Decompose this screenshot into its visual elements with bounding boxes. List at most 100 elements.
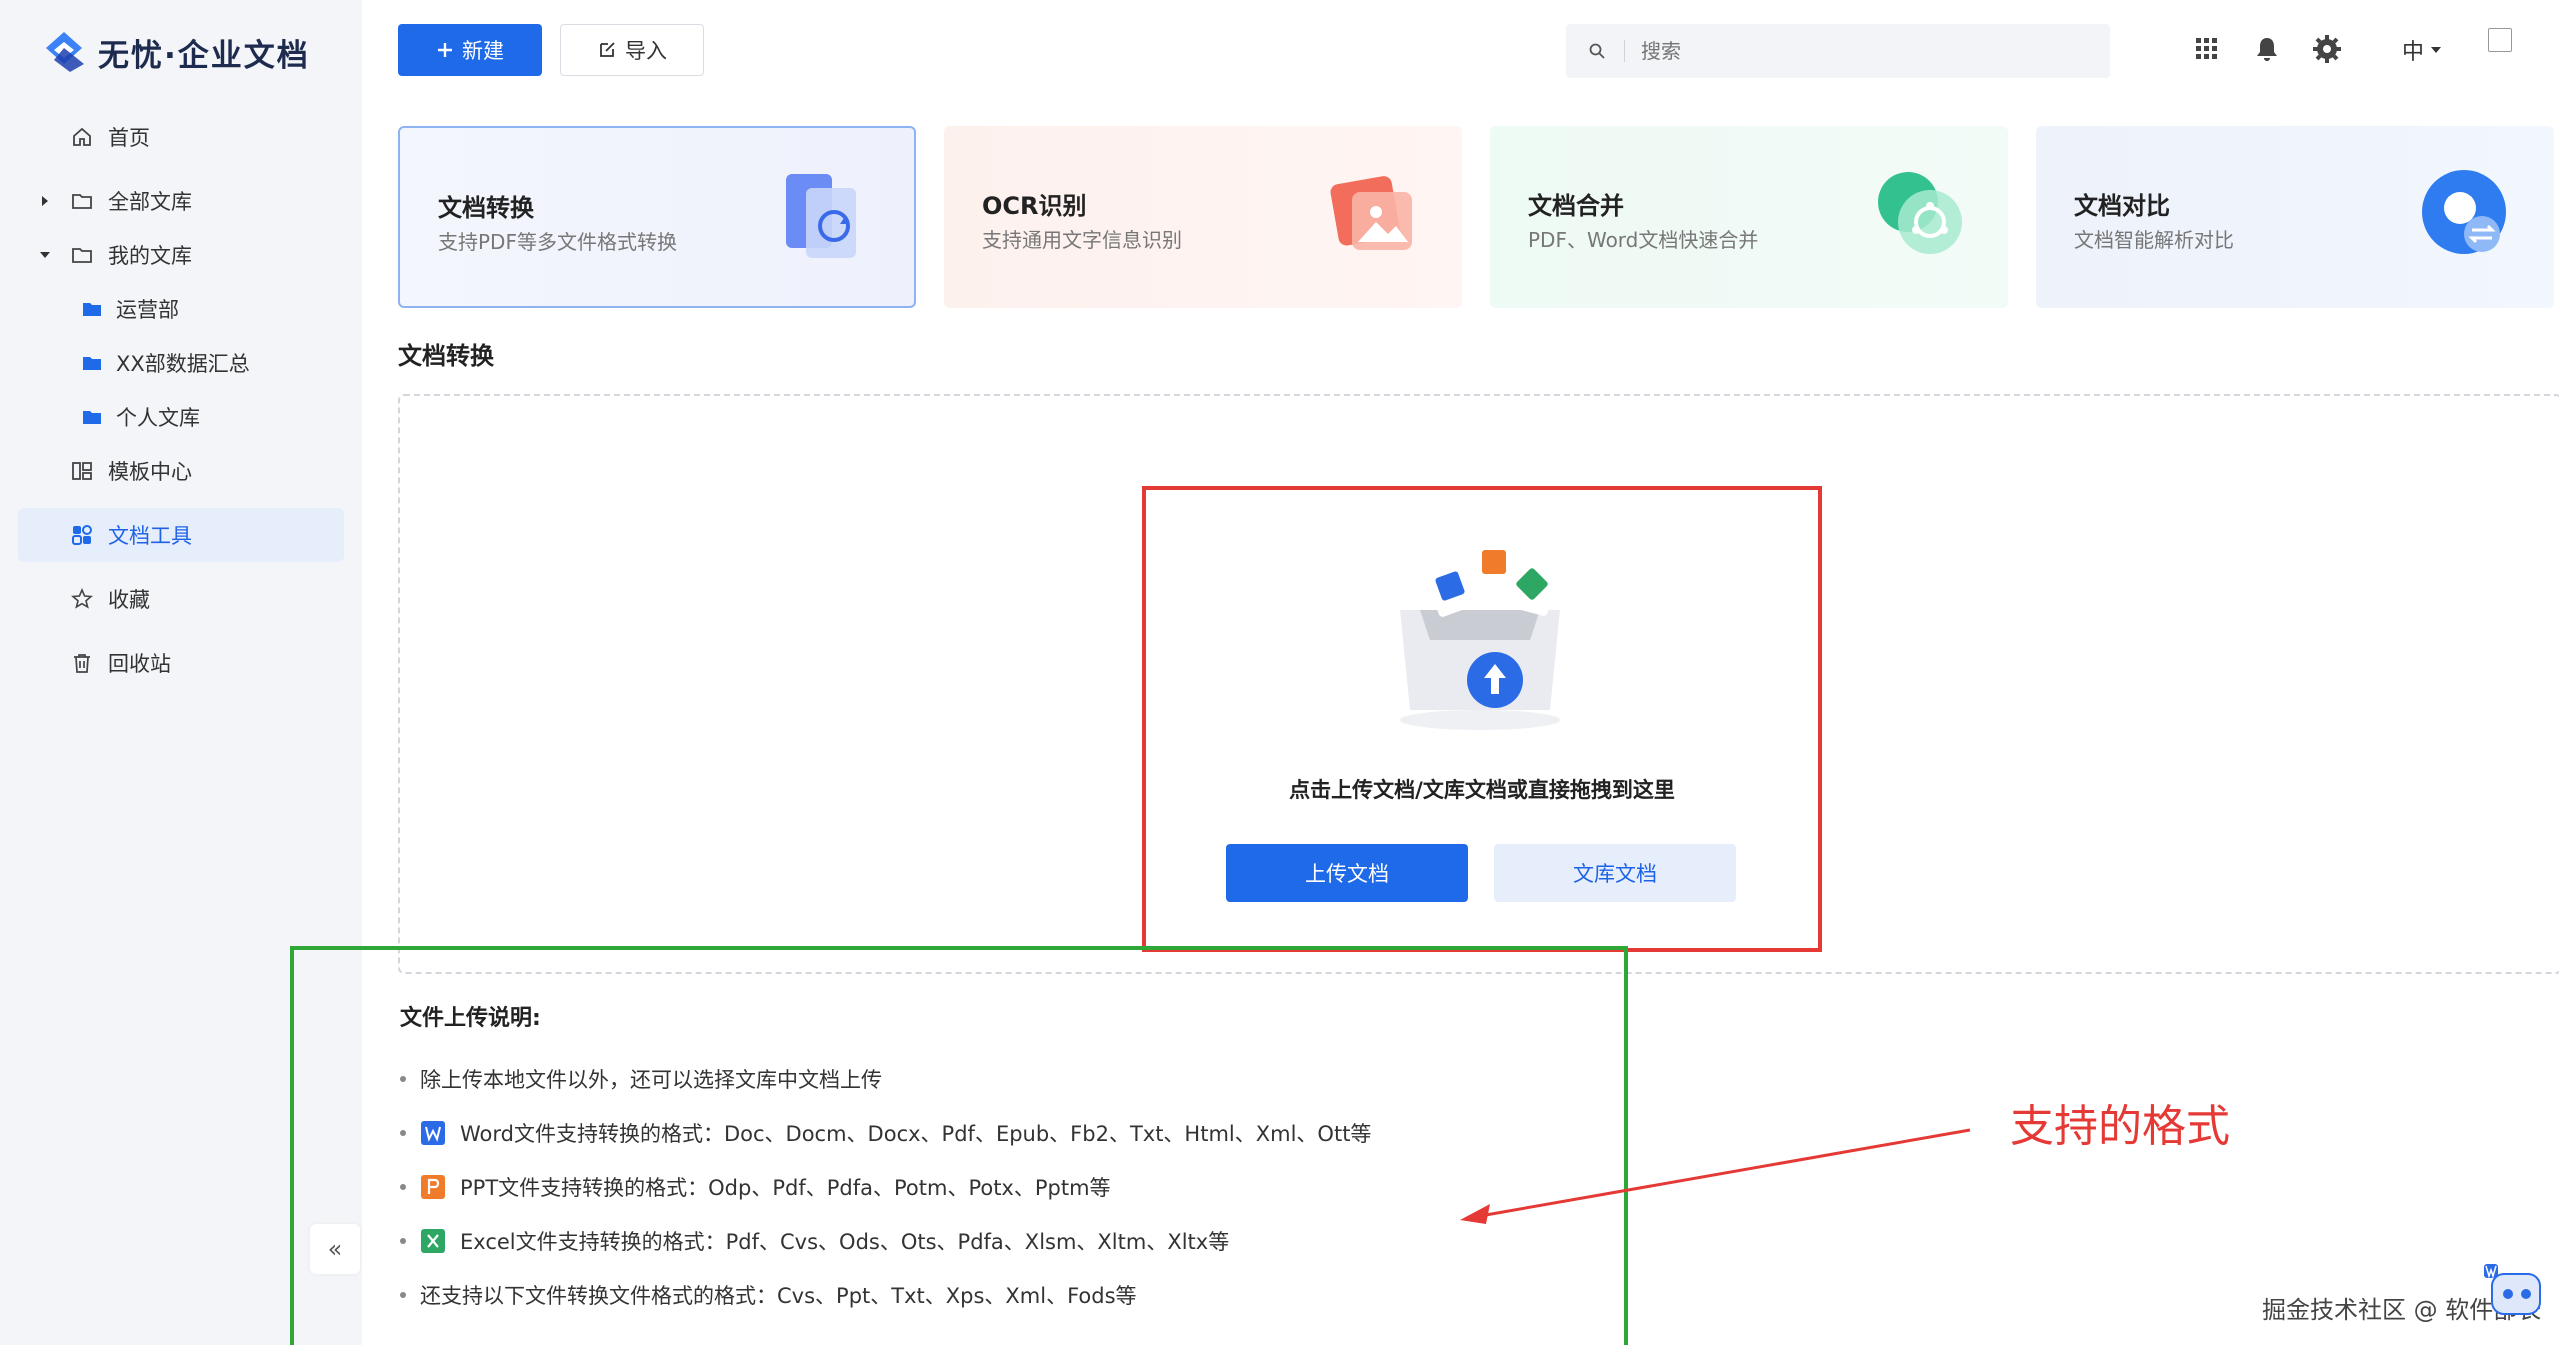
sidebar-item-templates[interactable]: 模板中心 [18,444,344,498]
bullet [400,1076,406,1082]
template-icon [72,462,92,480]
sidebar-item-label: 全部文库 [108,190,192,214]
trash-icon [74,654,90,673]
sidebar-item-operations[interactable]: 运营部 [18,282,344,336]
sidebar-nav: 首页 全部文库 我的文库 运营部 XX部数据汇总 个人文库 模板中心 文档工具 … [18,110,344,690]
list-item: 还支持以下文件转换文件格式的格式：Cvs、Ppt、Txt、Xps、Xml、Fod… [400,1268,1371,1322]
list-item: 除上传本地文件以外，还可以选择文库中文档上传 [400,1052,1371,1106]
language-label: 中 [2402,40,2425,65]
brand[interactable]: 无忧·企业文档 [40,28,310,76]
ppt-file-icon [421,1175,445,1199]
sidebar-item-favorites[interactable]: 收藏 [18,572,344,626]
upload-hint: 点击上传文档/文库文档或直接拖拽到这里 [1289,778,1675,802]
card-doc-convert[interactable]: 文档转换 支持PDF等多文件格式转换 [398,126,916,308]
card-desc: 文档智能解析对比 [2074,228,2234,252]
tools-icon [72,525,92,545]
annotation-arrow-icon [1460,1128,1971,1224]
bell-icon[interactable] [2252,34,2282,64]
app-window: 无忧·企业文档 首页 全部文库 我的文库 运营部 XX部数据汇总 个人文库 模板… [0,0,2559,1345]
import-icon [600,42,615,57]
plus-icon [438,43,452,57]
language-selector[interactable]: 中 [2402,34,2442,66]
card-title: 文档对比 [2074,192,2170,220]
library-document-button[interactable]: 文库文档 [1494,844,1736,902]
sidebar-collapse-button[interactable]: « [310,1224,360,1274]
feature-cards: 文档转换 支持PDF等多文件格式转换 OCR识别 支持通用文字信息识别 文档合并… [398,126,2554,308]
bullet [400,1292,406,1298]
excel-file-icon [421,1229,445,1253]
caret-down-icon [2431,47,2442,53]
merge-icon [1878,172,1962,254]
folder-filled-icon [83,411,101,424]
sidebar-item-home[interactable]: 首页 [18,110,344,164]
card-merge[interactable]: 文档合并 PDF、Word文档快速合并 [1490,126,2008,308]
upload-document-button[interactable]: 上传文档 [1226,844,1468,902]
star-icon [71,587,93,609]
upload-notes: 文件上传说明: 除上传本地文件以外，还可以选择文库中文档上传 Word文件支持转… [400,1000,1371,1322]
list-item: PPT文件支持转换的格式：Odp、Pdf、Pdfa、Potm、Potx、Pptm… [400,1160,1371,1214]
avatar[interactable] [2488,28,2512,52]
sidebar-item-label: 回收站 [108,652,171,676]
card-desc: 支持PDF等多文件格式转换 [438,230,677,254]
sidebar-item-label: 模板中心 [108,460,192,484]
card-title: 文档合并 [1528,192,1624,220]
note-text: 除上传本地文件以外，还可以选择文库中文档上传 [420,1068,882,1092]
upload-folder-icon [1400,540,1560,730]
import-button-label: 导入 [625,39,667,63]
folder-icon [72,194,92,209]
note-text: PPT文件支持转换的格式：Odp、Pdf、Pdfa、Potm、Potx、Pptm… [460,1176,1111,1200]
notes-title: 文件上传说明: [400,1006,541,1031]
folder-filled-icon [83,303,101,316]
sidebar-item-recycle-bin[interactable]: 回收站 [18,636,344,690]
search-separator [1624,40,1625,62]
bullet [400,1184,406,1190]
sidebar-item-label: 我的文库 [108,244,192,268]
note-text: Excel文件支持转换的格式：Pdf、Cvs、Ods、Ots、Pdfa、Xlsm… [460,1230,1230,1254]
sidebar-item-xx-data[interactable]: XX部数据汇总 [18,336,344,390]
compare-icon [2422,170,2506,254]
note-text: 还支持以下文件转换文件格式的格式：Cvs、Ppt、Txt、Xps、Xml、Fod… [420,1284,1137,1308]
import-button[interactable]: 导入 [560,24,704,76]
sidebar-item-all-library[interactable]: 全部文库 [18,174,344,228]
word-file-icon [421,1121,445,1145]
sidebar-item-doc-tools[interactable]: 文档工具 [18,508,344,562]
list-item: Word文件支持转换的格式：Doc、Docm、Docx、Pdf、Epub、Fb2… [400,1106,1371,1160]
robot-mascot-icon [2484,1264,2541,1315]
brand-name: 无忧·企业文档 [98,37,310,74]
search-input[interactable] [1641,39,2061,63]
card-title: OCR识别 [982,192,1087,220]
search-bar[interactable] [1566,24,2110,78]
sidebar-item-my-library[interactable]: 我的文库 [18,228,344,282]
home-icon [73,127,91,146]
bullet [400,1130,406,1136]
gear-icon[interactable] [2312,34,2342,64]
sidebar-item-label: XX部数据汇总 [116,352,250,376]
card-title: 文档转换 [438,194,534,222]
sidebar-item-label: 首页 [108,126,150,150]
new-button[interactable]: 新建 [398,24,542,76]
image-ocr-icon [1330,176,1412,250]
apps-grid-icon[interactable] [2192,34,2222,64]
brand-logo-icon [46,32,84,72]
card-ocr[interactable]: OCR识别 支持通用文字信息识别 [944,126,1462,308]
bullet [400,1238,406,1244]
note-text: Word文件支持转换的格式：Doc、Docm、Docx、Pdf、Epub、Fb2… [460,1122,1372,1146]
sidebar-item-label: 运营部 [116,298,179,322]
sidebar-item-label: 收藏 [108,588,150,612]
search-icon [1589,43,1605,59]
annotation-label: 支持的格式 [2010,1101,2230,1152]
card-compare[interactable]: 文档对比 文档智能解析对比 [2036,126,2554,308]
caret-down-icon[interactable] [38,248,52,262]
section-title: 文档转换 [398,342,494,370]
folder-filled-icon [83,357,101,370]
sidebar-item-label: 文档工具 [108,524,192,548]
card-desc: PDF、Word文档快速合并 [1528,228,1759,252]
sidebar-item-label: 个人文库 [116,406,200,430]
list-item: Excel文件支持转换的格式：Pdf、Cvs、Ods、Ots、Pdfa、Xlsm… [400,1214,1371,1268]
new-button-label: 新建 [462,39,504,63]
folder-icon [72,248,92,263]
card-desc: 支持通用文字信息识别 [982,228,1182,252]
caret-right-icon[interactable] [38,194,52,208]
sidebar-item-personal-library[interactable]: 个人文库 [18,390,344,444]
header-icons [2192,34,2342,64]
